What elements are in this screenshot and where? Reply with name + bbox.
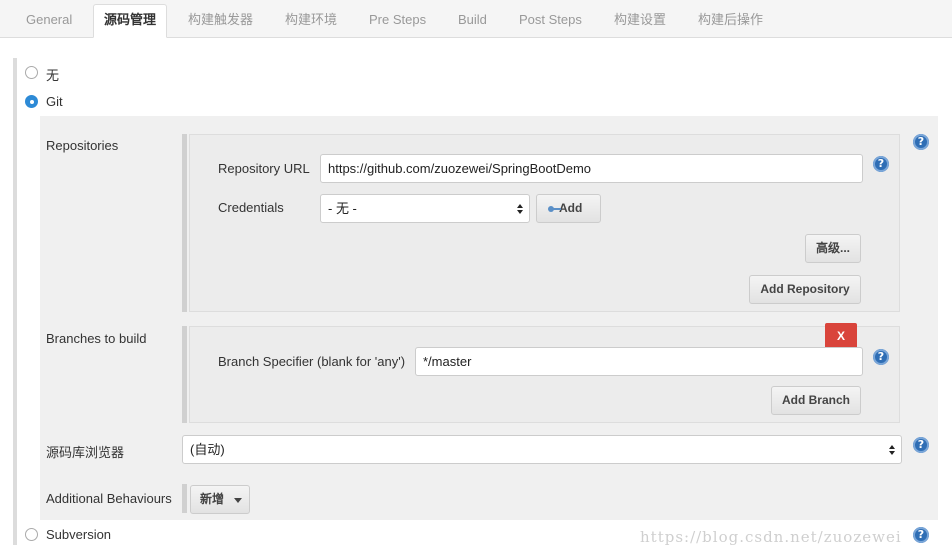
behaviours-block-bar bbox=[182, 484, 187, 513]
select-arrows-icon bbox=[889, 445, 895, 455]
credentials-add-label: Add bbox=[559, 201, 583, 215]
select-arrows-icon bbox=[517, 204, 523, 214]
section-title-clipped bbox=[24, 32, 104, 38]
key-icon bbox=[548, 206, 561, 212]
tab-scm[interactable]: 源码管理 bbox=[93, 4, 168, 38]
scm-subversion-radio[interactable] bbox=[25, 528, 38, 541]
credentials-select-value: - 无 - bbox=[328, 201, 357, 216]
repository-browser-value: (自动) bbox=[190, 442, 225, 457]
scm-git-radio[interactable] bbox=[25, 95, 38, 108]
advanced-button[interactable]: 高级... bbox=[805, 234, 861, 263]
repositories-label: Repositories bbox=[46, 138, 119, 153]
subversion-help-icon[interactable]: ? bbox=[913, 527, 929, 543]
add-behaviour-label: 新增 bbox=[200, 492, 225, 506]
git-indent-bar bbox=[17, 116, 40, 520]
scm-subversion-label: Subversion bbox=[46, 527, 112, 542]
branches-label: Branches to build bbox=[46, 331, 147, 346]
tab-pre-steps[interactable]: Pre Steps bbox=[369, 10, 426, 30]
tab-build-environment[interactable]: 构建环境 bbox=[285, 10, 337, 30]
tab-build-settings[interactable]: 构建设置 bbox=[614, 10, 666, 30]
repository-browser-help-icon[interactable]: ? bbox=[913, 437, 929, 453]
credentials-label: Credentials bbox=[218, 200, 284, 215]
repositories-help-icon[interactable]: ? bbox=[913, 134, 929, 150]
repository-browser-select[interactable]: (自动) bbox=[182, 435, 902, 464]
add-behaviour-button[interactable]: 新增 bbox=[190, 485, 250, 514]
tab-post-steps[interactable]: Post Steps bbox=[519, 10, 582, 30]
branch-specifier-input[interactable]: */master bbox=[415, 347, 863, 376]
repository-url-label: Repository URL bbox=[218, 161, 310, 176]
scm-git-label: Git bbox=[46, 94, 63, 109]
tab-build[interactable]: Build bbox=[458, 10, 487, 30]
branches-block-bar bbox=[182, 326, 187, 423]
additional-behaviours-label: Additional Behaviours bbox=[46, 491, 172, 506]
repository-browser-label: 源码库浏览器 bbox=[46, 445, 125, 460]
tab-bar: General 源码管理 构建触发器 构建环境 Pre Steps Build … bbox=[0, 0, 952, 38]
credentials-add-button[interactable]: Add bbox=[536, 194, 601, 223]
scm-none-label: 无 bbox=[46, 68, 60, 83]
branch-specifier-label: Branch Specifier (blank for 'any') bbox=[218, 354, 406, 369]
add-repository-button[interactable]: Add Repository bbox=[749, 275, 861, 304]
scm-none-radio[interactable] bbox=[25, 66, 38, 79]
watermark: https://blog.csdn.net/zuozewei bbox=[640, 528, 902, 546]
tab-post-build-actions[interactable]: 构建后操作 bbox=[698, 10, 763, 30]
tab-build-triggers[interactable]: 构建触发器 bbox=[188, 10, 253, 30]
repository-url-help-icon[interactable]: ? bbox=[873, 156, 889, 172]
repository-url-input[interactable]: https://github.com/zuozewei/SpringBootDe… bbox=[320, 154, 863, 183]
tab-general[interactable]: General bbox=[26, 10, 72, 30]
add-branch-button[interactable]: Add Branch bbox=[771, 386, 861, 415]
caret-down-icon bbox=[234, 498, 242, 503]
repositories-block-bar bbox=[182, 134, 187, 312]
credentials-select[interactable]: - 无 - bbox=[320, 194, 530, 223]
branch-specifier-help-icon[interactable]: ? bbox=[873, 349, 889, 365]
delete-branch-button[interactable]: X bbox=[825, 323, 857, 349]
